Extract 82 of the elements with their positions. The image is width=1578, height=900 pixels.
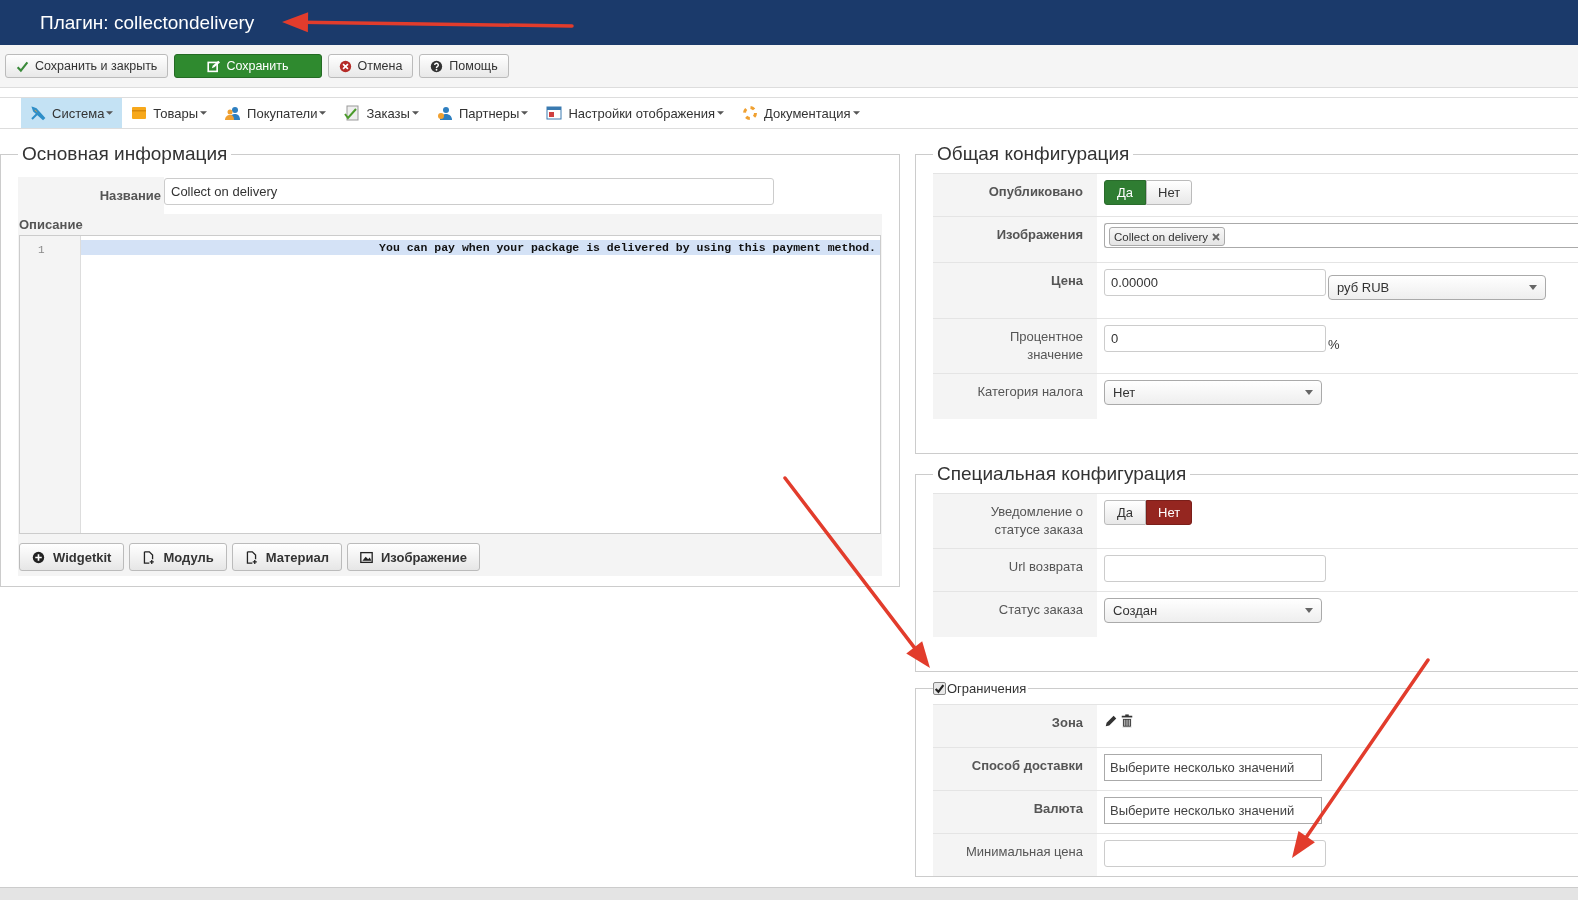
help-icon — [430, 59, 444, 73]
caret-icon — [411, 111, 419, 115]
toggle-option[interactable]: Нет — [1146, 500, 1193, 525]
toolbar-button[interactable]: Помощь — [419, 54, 509, 78]
edit-icon — [207, 59, 221, 73]
text-input[interactable] — [1104, 555, 1326, 582]
menu-item[interactable]: Документация — [733, 98, 869, 128]
page-title: Плагин: collectondelivery — [40, 11, 255, 34]
check-icon — [16, 59, 29, 73]
tag: Collect on delivery — [1109, 227, 1225, 246]
multiselect-field[interactable]: Выберите несколько значений — [1104, 754, 1322, 781]
wrench-icon — [30, 105, 46, 121]
select-field[interactable]: Создан — [1104, 598, 1322, 623]
multiselect-field[interactable]: Выберите несколько значений — [1104, 797, 1322, 824]
dropdown-arrow-icon — [1305, 390, 1313, 395]
users-icon — [225, 105, 242, 121]
menu-item[interactable]: Настройки отображения — [537, 98, 734, 128]
code-editor[interactable]: 1 You can pay when your package is delivered by using this payment method. — [19, 235, 881, 534]
checkbox-label: Ограничения — [947, 681, 1027, 696]
checkbox[interactable] — [933, 682, 946, 695]
field-label: Статус заказа — [998, 601, 1083, 619]
close-icon — [338, 59, 352, 73]
percent-sign: % — [1328, 337, 1340, 352]
document-icon — [142, 550, 156, 564]
menu-item[interactable]: Покупатели — [216, 98, 336, 128]
tags-field[interactable]: Collect on delivery — [1104, 223, 1578, 248]
users-icon — [436, 105, 453, 121]
menu-item[interactable]: Заказы — [335, 98, 428, 128]
field-label: Название — [99, 188, 161, 203]
image-icon — [359, 550, 373, 564]
price-input[interactable]: 0.00000 — [1104, 269, 1326, 296]
field-label: Валюта — [1033, 800, 1083, 818]
dropdown-arrow-icon — [1305, 608, 1313, 613]
lifebuoy-icon — [742, 105, 759, 121]
section-title: Общая конфигурация — [936, 143, 1131, 165]
editor-button[interactable]: Материал — [231, 543, 342, 571]
document-icon — [244, 550, 258, 564]
toolbar-button[interactable]: Сохранить — [174, 54, 322, 78]
name-input[interactable]: Collect on delivery — [164, 178, 774, 205]
field-label: Цена — [1051, 272, 1083, 290]
menu-item[interactable]: Система — [21, 98, 123, 128]
percent-input[interactable]: 0 — [1104, 325, 1326, 352]
remove-icon[interactable] — [1211, 232, 1220, 241]
dropdown-arrow-icon — [1529, 285, 1537, 290]
field-label: Изображения — [996, 226, 1083, 244]
caret-icon — [319, 111, 327, 115]
section-title: Основная информация — [21, 143, 229, 165]
field-label: Зона — [1051, 714, 1083, 732]
line-number: 1 — [37, 244, 45, 256]
field-label: Категория налога — [977, 383, 1083, 401]
menu-item[interactable]: Партнеры — [427, 98, 538, 128]
box-icon — [131, 105, 148, 121]
caret-icon — [200, 111, 208, 115]
select-field[interactable]: Нет — [1104, 380, 1322, 405]
field-label: Опубликовано — [988, 183, 1083, 201]
currency-select[interactable]: руб RUB — [1328, 275, 1546, 300]
pencil-icon[interactable] — [1104, 714, 1118, 728]
text-input[interactable] — [1104, 840, 1326, 867]
field-label: Уведомление о статусе заказа — [989, 503, 1083, 539]
section-title: Специальная конфигурация — [936, 463, 1188, 485]
toggle-option[interactable]: Да — [1104, 500, 1147, 525]
field-label: Url возврата — [1008, 558, 1083, 576]
toggle-option[interactable]: Нет — [1146, 180, 1193, 205]
caret-icon — [521, 111, 529, 115]
field-label: Процентное значение — [1008, 328, 1083, 364]
toolbar-button[interactable]: Сохранить и закрыть — [5, 54, 169, 78]
caret-icon — [717, 111, 725, 115]
trash-icon[interactable] — [1120, 714, 1134, 728]
toolbar-button[interactable]: Отмена — [327, 54, 414, 78]
caret-icon — [106, 111, 114, 115]
window-icon — [546, 105, 563, 121]
caret-icon — [852, 111, 860, 115]
editor-button[interactable]: Widgetkit — [19, 543, 125, 571]
clipboard-icon — [344, 105, 361, 121]
toggle-option[interactable]: Да — [1104, 180, 1147, 205]
editor-button[interactable]: Изображение — [346, 543, 480, 571]
editor-button[interactable]: Модуль — [129, 543, 227, 571]
field-label: Способ доставки — [971, 757, 1083, 775]
field-label: Минимальная цена — [965, 843, 1083, 861]
plus-icon — [32, 550, 45, 564]
menu-item[interactable]: Товары — [122, 98, 217, 128]
field-label: Описание — [19, 217, 84, 232]
